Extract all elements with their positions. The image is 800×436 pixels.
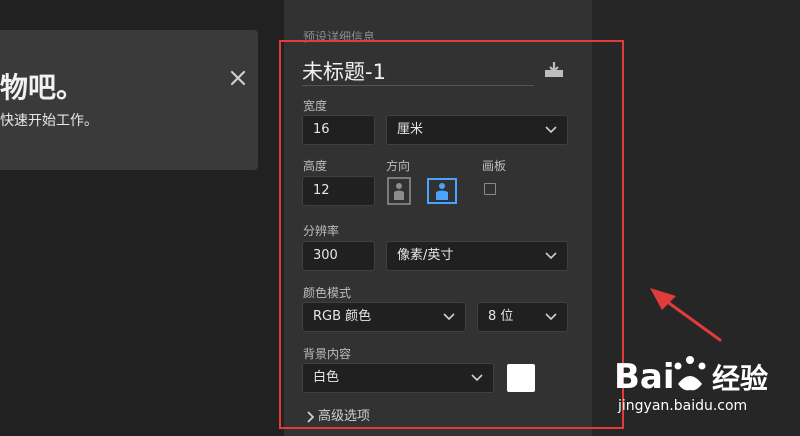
annotation-highlight-box xyxy=(279,40,624,429)
close-icon[interactable] xyxy=(228,68,248,88)
welcome-subtitle: 快速开始工作。 xyxy=(0,113,98,129)
welcome-card: 物吧。 快速开始工作。 xyxy=(0,30,258,170)
baidu-jingyan-watermark-logo: Bai 经验 xyxy=(614,356,768,397)
svg-text:Bai: Bai xyxy=(614,357,675,397)
annotation-arrow-icon xyxy=(650,288,722,342)
welcome-heading: 物吧。 xyxy=(0,71,85,104)
svg-text:经验: 经验 xyxy=(712,362,768,395)
watermark-url: jingyan.baidu.com xyxy=(618,398,748,414)
